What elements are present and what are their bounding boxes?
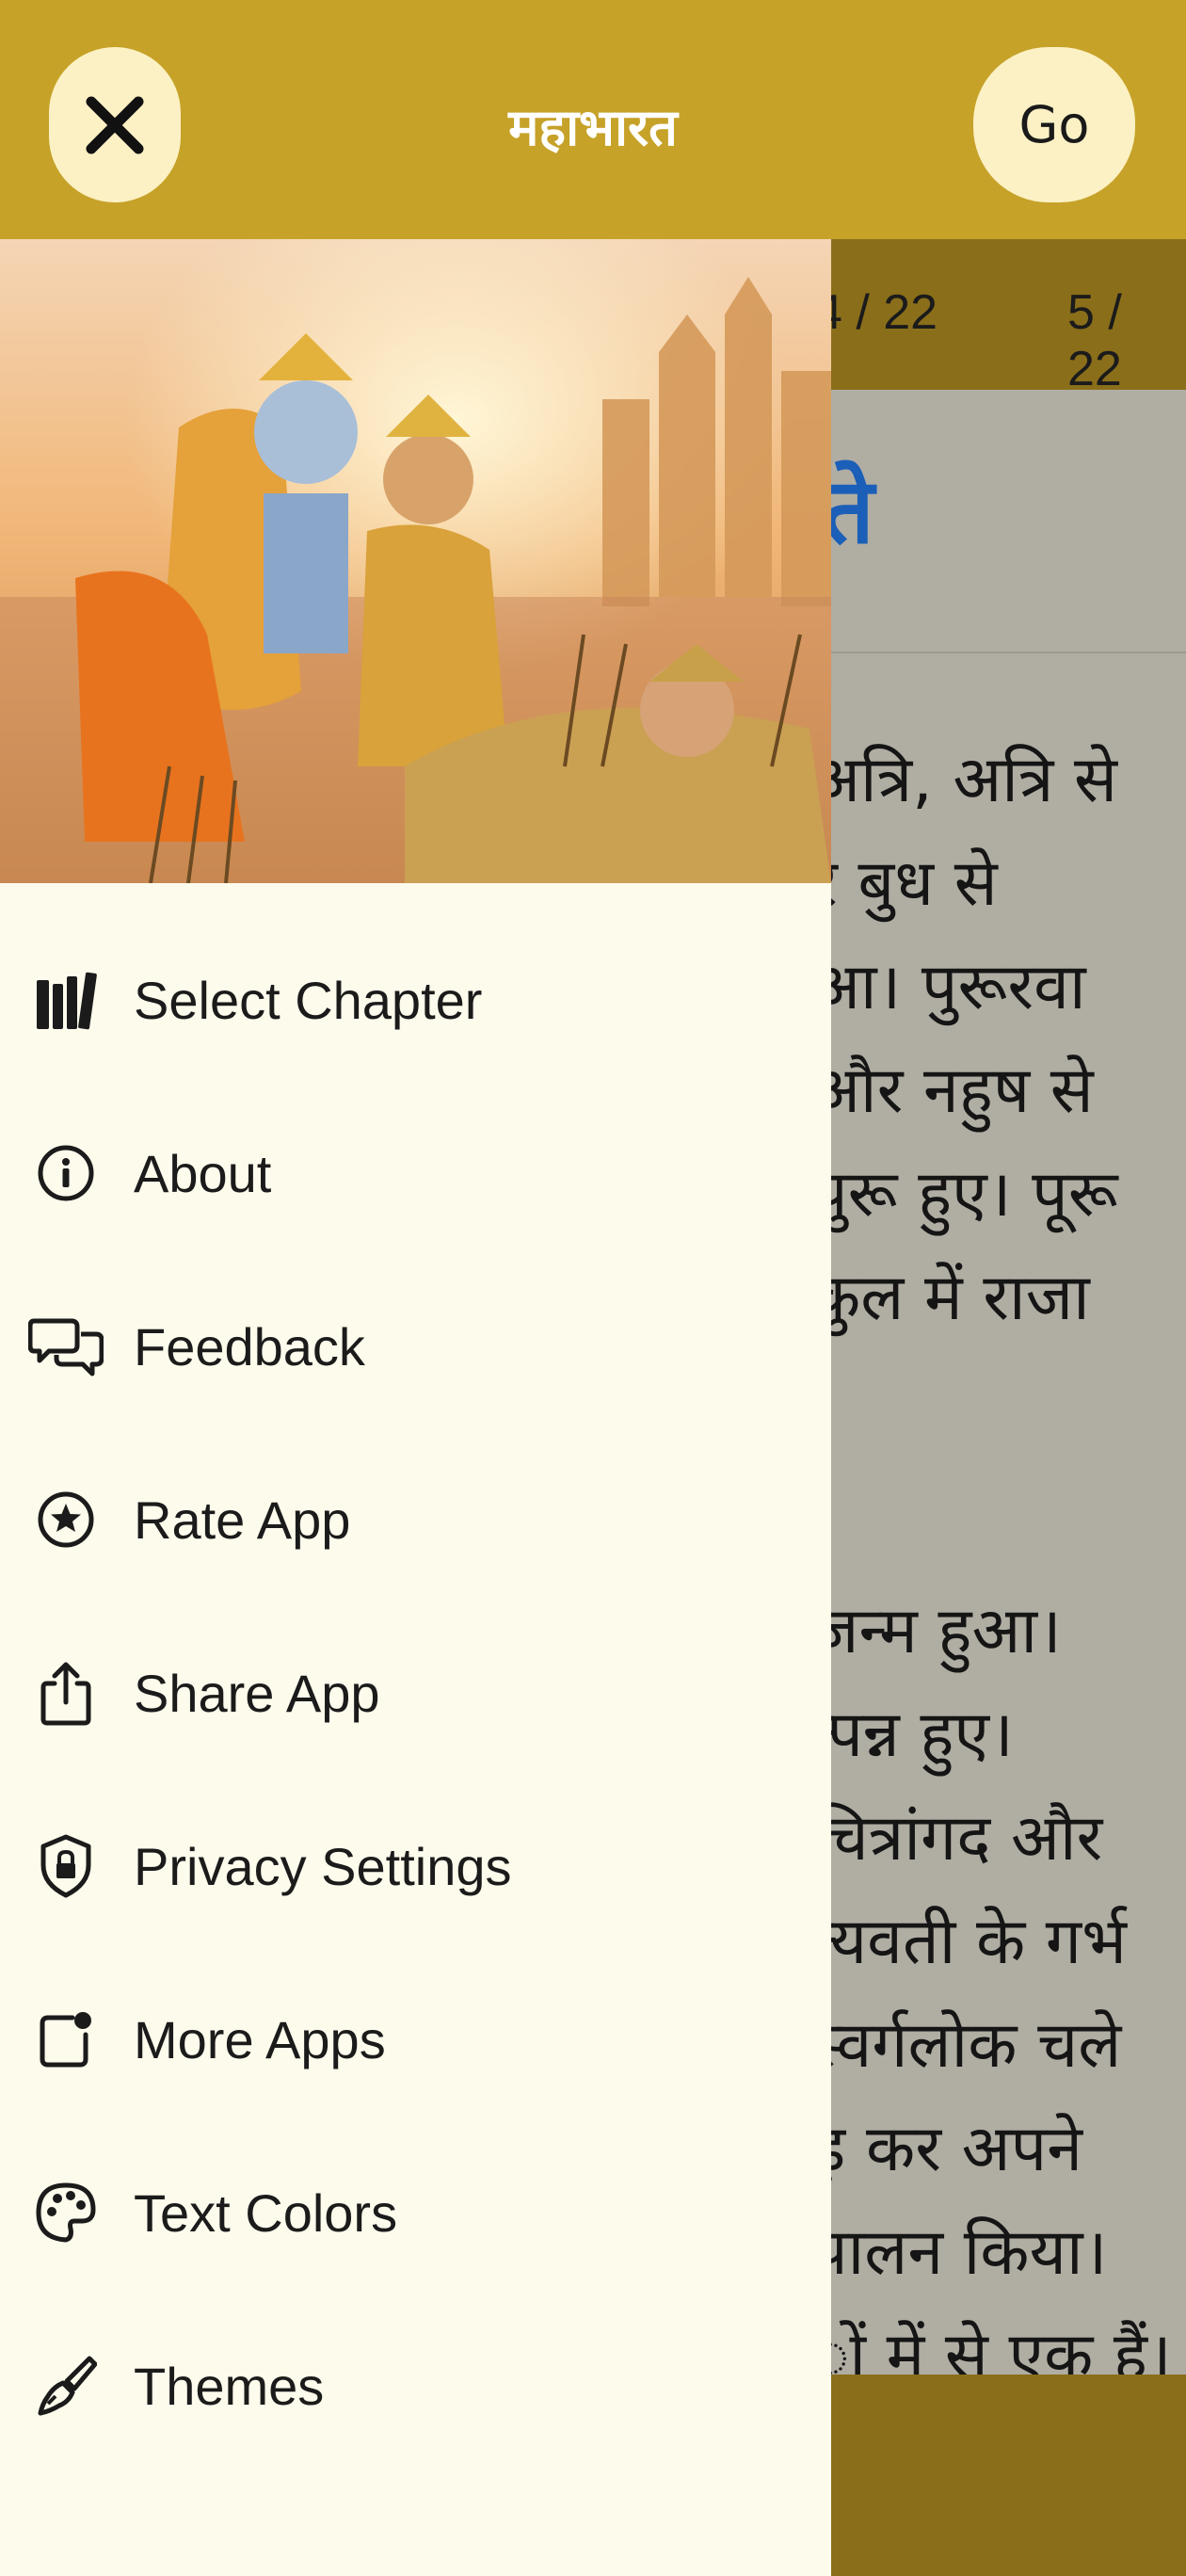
chapter-tab-4[interactable]: 4 / 22 [815, 284, 938, 341]
menu-item-about[interactable]: About [0, 1103, 831, 1244]
text-line: और नहुष से [811, 1054, 1094, 1128]
go-button[interactable]: Go [973, 47, 1135, 202]
menu-label: More Apps [134, 2009, 386, 2069]
text-line: आ। पुरूरवा [811, 950, 1086, 1024]
books-icon [26, 960, 105, 1039]
text-line: त्यवती के गर्भ [811, 1905, 1127, 1979]
text-line: पुरू हुए। पूरू [811, 1157, 1118, 1232]
menu-label: Share App [134, 1663, 380, 1723]
text-line: स्वर्गलोक चले [811, 2008, 1122, 2083]
star-badge-icon [26, 1480, 105, 1559]
menu-item-select-chapter[interactable]: Select Chapter [0, 929, 831, 1071]
menu-label: Select Chapter [134, 970, 483, 1030]
menu-item-rate-app[interactable]: Rate App [0, 1449, 831, 1590]
text-line: ड़ कर अपने [811, 2112, 1082, 2186]
menu-item-privacy-settings[interactable]: Privacy Settings [0, 1795, 831, 1937]
text-line: जन्म हुआ। [811, 1594, 1062, 1668]
text-line: अत्रि, अत्रि से [811, 743, 1118, 817]
drawer-hero-illustration [0, 239, 831, 883]
menu-label: Feedback [134, 1316, 365, 1377]
menu-item-themes[interactable]: Themes [0, 2315, 831, 2456]
share-icon [26, 1653, 105, 1732]
menu-label: Privacy Settings [134, 1836, 512, 1896]
navigation-drawer: Select Chapter About Feedback Rate App S… [0, 239, 831, 2576]
top-app-bar: महाभारत Go [0, 0, 1186, 239]
menu-item-feedback[interactable]: Feedback [0, 1276, 831, 1417]
menu-label: Rate App [134, 1489, 351, 1550]
chat-bubbles-icon [26, 1307, 105, 1386]
divider [823, 652, 1186, 653]
text-line: कुल में राजा [811, 1261, 1090, 1335]
menu-label: Text Colors [134, 2182, 398, 2243]
text-line: पालन किया। [811, 2215, 1108, 2290]
menu-item-share-app[interactable]: Share App [0, 1622, 831, 1763]
paintbrush-icon [26, 2346, 105, 2425]
palette-icon [26, 2173, 105, 2252]
chapter-tab-5[interactable]: 5 / 22 [1067, 284, 1186, 397]
menu-item-more-apps[interactable]: More Apps [0, 1969, 831, 2110]
menu-label: Themes [134, 2356, 325, 2416]
info-icon [26, 1134, 105, 1213]
text-line: र बुध से [811, 846, 998, 921]
text-line: त्पन्न हुए। [811, 1698, 1014, 1772]
shield-lock-icon [26, 1827, 105, 1906]
menu-item-text-colors[interactable]: Text Colors [0, 2142, 831, 2283]
text-line: चित्रांगद और [811, 1801, 1103, 1876]
app-notification-icon [26, 2000, 105, 2079]
menu-label: About [134, 1143, 272, 1203]
